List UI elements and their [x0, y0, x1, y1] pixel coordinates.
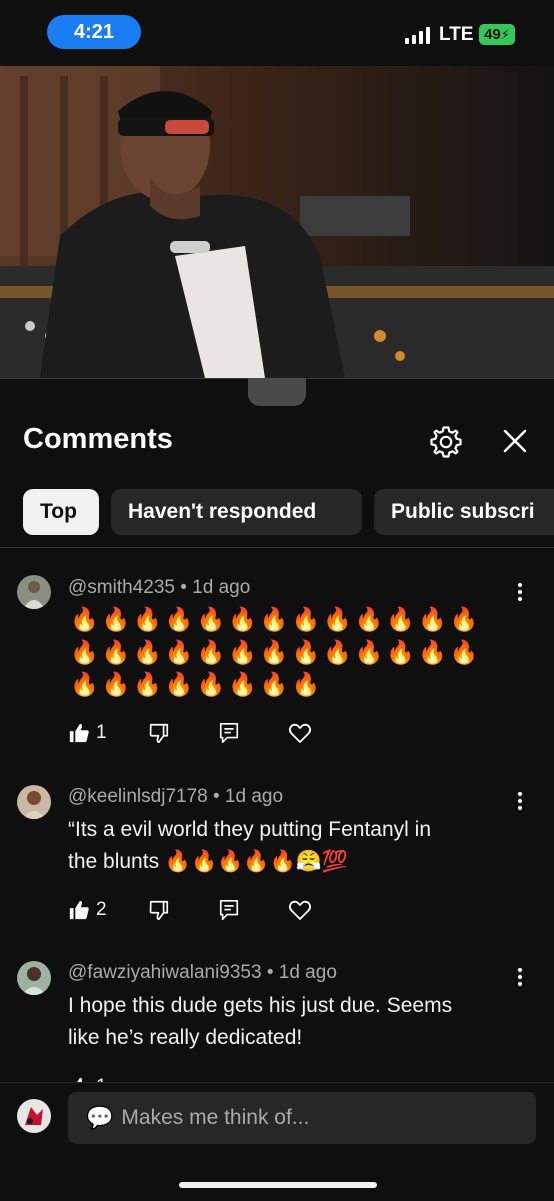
network-type: LTE: [439, 24, 474, 45]
comment-meta: @fawziyahiwalani9353 • 1d ago: [68, 962, 337, 984]
comment-author[interactable]: @fawziyahiwalani9353: [68, 962, 262, 983]
heart-button[interactable]: [288, 895, 312, 925]
home-indicator[interactable]: [179, 1182, 377, 1188]
comment-age: • 1d ago: [180, 577, 251, 598]
comment-author[interactable]: @keelinlsdj7178: [68, 786, 208, 807]
comment-text-line: like he’s really dedicated!: [68, 1026, 303, 1049]
my-avatar: [17, 1099, 51, 1133]
sheet-drag-handle[interactable]: [248, 378, 306, 406]
signal-icon: [405, 27, 430, 44]
comment-input[interactable]: 💬 Makes me think of...: [68, 1092, 536, 1144]
like-button[interactable]: 1: [68, 718, 107, 748]
filter-chip-public-subscribers[interactable]: Public subscri: [374, 489, 554, 535]
video-thumbnail: [0, 66, 554, 378]
thumb-up-icon: [69, 900, 89, 920]
avatar-image: [17, 1099, 51, 1133]
heart-icon: [288, 723, 312, 743]
comment-text-line: the blunts 🔥🔥🔥🔥🔥😤💯: [68, 850, 348, 873]
comment-age: • 1d ago: [213, 786, 284, 807]
comment-author[interactable]: @smith4235: [68, 577, 175, 598]
reply-icon: [219, 723, 239, 743]
status-bar: 4:21 LTE 49 ⚡: [0, 0, 554, 66]
comment-meta: @keelinlsdj7178 • 1d ago: [68, 786, 283, 808]
filter-chip-havent-responded[interactable]: Haven't responded: [111, 489, 362, 535]
more-vert-icon[interactable]: [510, 965, 530, 989]
comments-title: Comments: [23, 423, 173, 455]
avatar[interactable]: [17, 575, 51, 609]
thumb-down-icon: [149, 723, 169, 743]
reply-button[interactable]: [218, 895, 240, 925]
thumb-up-icon: [69, 723, 89, 743]
comment-text-line: I hope this dude gets his just due. Seem…: [68, 994, 453, 1017]
comment-text-line: 🔥🔥🔥🔥🔥🔥🔥🔥: [70, 671, 324, 697]
battery-icon: 49 ⚡: [479, 24, 515, 45]
like-count: 1: [96, 722, 107, 743]
heart-icon: [288, 900, 312, 920]
comment-text-line: 🔥🔥🔥🔥🔥🔥🔥🔥🔥🔥🔥🔥🔥: [70, 639, 482, 665]
status-time: 4:21: [47, 15, 141, 49]
avatar-image: [17, 961, 51, 995]
thumb-down-icon: [149, 900, 169, 920]
more-vert-icon[interactable]: [510, 580, 530, 604]
battery-level: 49: [484, 26, 501, 43]
comment-input-placeholder: Makes me think of...: [121, 1106, 310, 1129]
comment-text-line: 🔥🔥🔥🔥🔥🔥🔥🔥🔥🔥🔥🔥🔥: [70, 606, 482, 632]
avatar-image: [17, 785, 51, 819]
settings-gear-icon[interactable]: [428, 424, 464, 460]
video-player[interactable]: [0, 66, 554, 378]
reply-icon: [219, 900, 239, 920]
divider: [0, 547, 554, 548]
reply-button[interactable]: [218, 718, 240, 748]
avatar[interactable]: [17, 961, 51, 995]
like-button[interactable]: 2: [68, 895, 107, 925]
like-count: 2: [96, 899, 107, 920]
speech-bubble-icon: 💬: [86, 1105, 114, 1130]
dislike-button[interactable]: [148, 718, 170, 748]
avatar[interactable]: [17, 785, 51, 819]
close-icon[interactable]: [498, 424, 532, 458]
filter-chip-top[interactable]: Top: [23, 489, 99, 535]
comment-meta: @smith4235 • 1d ago: [68, 577, 250, 599]
comment-age: • 1d ago: [266, 962, 337, 983]
comment-text-line: “Its a evil world they putting Fentanyl …: [68, 818, 432, 841]
avatar-image: [17, 575, 51, 609]
dislike-button[interactable]: [148, 895, 170, 925]
heart-button[interactable]: [288, 718, 312, 748]
more-vert-icon[interactable]: [510, 789, 530, 813]
